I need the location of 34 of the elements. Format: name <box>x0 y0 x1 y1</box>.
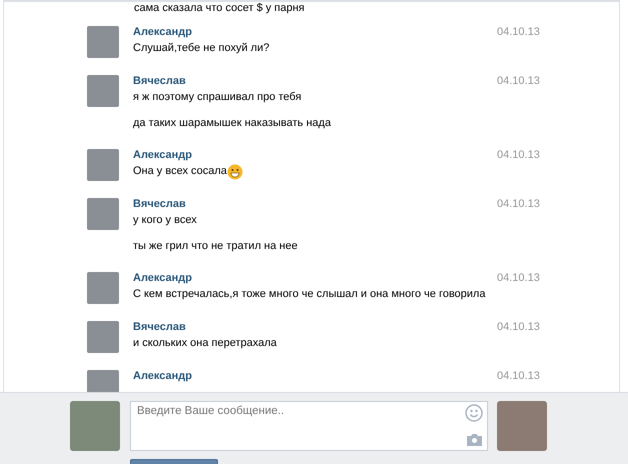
message-text: С кем встречалась,я тоже много че слышал и она много че говорила <box>133 287 486 302</box>
camera-icon[interactable] <box>466 433 483 446</box>
author-name[interactable]: Вячеслав <box>133 75 186 87</box>
message-date: 04.10.13 <box>497 320 540 335</box>
author-name[interactable]: Вячеслав <box>133 321 186 333</box>
author-name[interactable]: Александр <box>133 370 192 382</box>
message-input-field[interactable]: Введите Ваше сообщение.. <box>130 401 488 451</box>
smiley-icon[interactable] <box>465 404 483 422</box>
message-date: 04.10.13 <box>497 74 540 89</box>
author-name[interactable]: Александр <box>133 26 192 38</box>
message-text: да таких шарамышек наказывать нада <box>133 116 331 131</box>
message-date: 04.10.13 <box>497 369 540 384</box>
avatar-photo[interactable] <box>87 321 119 353</box>
avatar-photo <box>497 401 547 451</box>
message-date: 04.10.13 <box>497 271 540 286</box>
avatar-photo <box>70 401 120 451</box>
avatar-photo[interactable] <box>87 26 119 58</box>
message-text: и скольких она перетрахала <box>133 336 277 351</box>
message-text: ты же грил что не тратил на нее <box>133 239 298 254</box>
author-name[interactable]: Вячеслав <box>133 198 186 210</box>
message-date: 04.10.13 <box>497 197 540 212</box>
message-text: я ж поэтому спрашивал про тебя <box>133 90 302 105</box>
avatar-photo[interactable] <box>87 198 119 230</box>
avatar-photo[interactable] <box>87 272 119 304</box>
avatar-photo[interactable] <box>87 149 119 181</box>
message-date: 04.10.13 <box>497 25 540 40</box>
message-text: Она у всех сосала <box>133 164 227 179</box>
message-text: Слушай,тебе не похуй ли? <box>133 41 270 56</box>
message-text: сама сказала что сосет $ у парня <box>134 2 305 15</box>
message-text: у кого у всех <box>133 213 197 228</box>
author-name[interactable]: Александр <box>133 149 192 161</box>
author-name[interactable]: Александр <box>133 272 192 284</box>
message-date: 04.10.13 <box>497 148 540 163</box>
avatar-photo[interactable] <box>87 75 119 107</box>
